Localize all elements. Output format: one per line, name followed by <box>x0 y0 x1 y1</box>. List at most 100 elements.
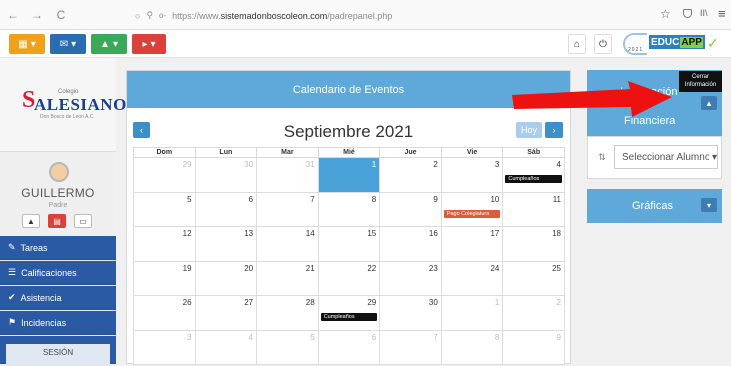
menu-icon[interactable]: ≡ <box>718 6 726 21</box>
calendar-day-cell[interactable]: 26 <box>133 295 196 331</box>
day-number: 24 <box>490 263 500 273</box>
calendar-day-cell[interactable]: 25 <box>502 260 565 296</box>
calendar-day-cell[interactable]: 8 <box>440 329 504 365</box>
calendar-day-cell[interactable]: 23 <box>379 260 442 296</box>
calendar-event[interactable]: Cumpleaños <box>320 313 378 321</box>
session-box[interactable]: SESIÓN <box>6 344 110 366</box>
mail-menu-button[interactable]: ✉ ▾ <box>50 34 86 54</box>
menu-item-incidencias[interactable]: ⚑ Incidencias <box>0 311 116 335</box>
red-arrow-annotation <box>512 81 672 117</box>
day-number: 17 <box>490 229 500 238</box>
day-number: 4 <box>556 160 561 169</box>
menu-item-calificaciones[interactable]: ☰ Calificaciones <box>0 261 116 285</box>
desktop-button[interactable]: ▭ <box>74 214 92 228</box>
calendar-day-cell[interactable]: 16 <box>379 226 442 262</box>
calendar-day-cell[interactable]: 3 <box>440 157 504 193</box>
user-menu-button[interactable]: ▲ ▾ <box>91 34 127 54</box>
calendar-day-cell[interactable]: 14 <box>256 226 319 262</box>
calendar-day-cell[interactable]: 4 Cumpleaños <box>502 157 565 193</box>
day-number: 7 <box>310 194 315 204</box>
calendar-day-cell[interactable]: 2 <box>379 157 442 193</box>
calendar-day-cell[interactable]: 30 <box>194 157 258 193</box>
collapse-info-button[interactable]: ▲ <box>701 96 717 110</box>
chevron-down-icon: ▾ <box>71 38 77 50</box>
calendar-day-cell[interactable]: 20 <box>194 260 258 296</box>
calendar-day-cell[interactable]: 29 Cumpleaños <box>317 295 381 331</box>
calendar-day-cell[interactable]: 12 <box>133 226 196 262</box>
calendar-day-cell[interactable]: 9 <box>379 191 442 227</box>
calendar-day-cell[interactable]: 4 <box>194 329 258 365</box>
calendar-day-cell[interactable]: 17 <box>440 226 504 262</box>
calendar-day-cell[interactable]: 28 <box>256 295 319 331</box>
next-month-button[interactable]: › <box>545 122 563 138</box>
calendar-day-cell[interactable]: 19 <box>133 260 196 296</box>
day-number: 26 <box>182 298 192 307</box>
calendar-day-cell[interactable]: 15 <box>317 226 381 262</box>
day-number: 29 <box>367 298 377 307</box>
day-number: 9 <box>556 332 561 342</box>
calendar-day-cell[interactable]: 9 <box>502 329 565 365</box>
calendar-day-cell[interactable]: 10 Pago Colegiatura <box>440 191 504 227</box>
calendar-day-cell[interactable]: 24 <box>440 260 504 296</box>
home-button[interactable]: ⌂ <box>568 34 586 54</box>
sort-icon: ⇅ <box>598 151 606 162</box>
calendar-day-cell[interactable]: 5 <box>133 191 196 227</box>
library-icon[interactable]: II\ <box>700 8 708 18</box>
user-role: Padre <box>48 202 68 209</box>
address-bar[interactable]: ○ ⚲ o- https://www.sistemadonboscoleon.c… <box>135 7 392 24</box>
day-number: 2 <box>433 160 438 169</box>
calendar-day-cell[interactable]: 8 <box>317 191 381 227</box>
calendar-day-cell[interactable]: 27 <box>194 295 258 331</box>
calendar-day-cell[interactable]: 7 <box>379 329 442 365</box>
calendar-day-cell[interactable]: 1 <box>440 295 504 331</box>
logout-button[interactable]: ⏻ <box>594 34 612 54</box>
calendar-day-cell[interactable]: 3 <box>133 329 196 365</box>
day-number: 25 <box>552 263 561 273</box>
card-button[interactable]: ▤ <box>48 214 66 228</box>
forward-arrow-icon[interactable]: → <box>28 8 46 22</box>
calendar-menu-button[interactable]: ▦ ▾ <box>9 34 45 54</box>
weekday-header: Dom <box>133 147 196 158</box>
calendar-day-cell[interactable]: 30 <box>379 295 442 331</box>
calendar-day-cell[interactable]: 7 <box>256 191 319 227</box>
profile-button[interactable]: ▲ <box>22 214 40 228</box>
back-arrow-icon[interactable]: ← <box>4 8 22 22</box>
expand-graphs-button[interactable]: ▾ <box>701 198 717 212</box>
reload-icon[interactable]: C <box>52 8 70 22</box>
user-name: GUILLERMO <box>21 186 95 200</box>
student-select[interactable]: Seleccionar Alumno ▾ <box>614 145 718 169</box>
day-number: 27 <box>244 298 254 307</box>
user-panel: GUILLERMO Padre ▲ ▤ ▭ <box>0 152 116 236</box>
day-number: 13 <box>244 229 254 238</box>
calendar-day-cell[interactable]: 13 <box>194 226 258 262</box>
calendar-day-cell[interactable]: 31 <box>256 157 319 193</box>
calendar-day-cell[interactable]: 1 <box>317 157 381 193</box>
day-number: 19 <box>182 263 192 273</box>
bookmark-star-icon[interactable]: ☆ <box>660 7 671 21</box>
calendar-event[interactable]: Cumpleaños <box>505 175 562 183</box>
calendar-week-row: 26 27 28 29 Cumpleaños 30 1 2 <box>133 295 565 331</box>
calendar-event[interactable]: Pago Colegiatura <box>443 209 501 218</box>
calendar-day-cell[interactable]: 5 <box>256 329 319 365</box>
calendar-day-cell[interactable]: 2 <box>502 295 565 331</box>
announcements-menu-button[interactable]: ▸ ▾ <box>132 34 166 54</box>
pocket-icon[interactable] <box>683 9 692 18</box>
calendar-day-cell[interactable]: 21 <box>256 260 319 296</box>
calendar-day-cell[interactable]: 6 <box>194 191 258 227</box>
menu-item-tareas[interactable]: ✎ Tareas <box>0 236 116 260</box>
calendar-day-cell[interactable]: 29 <box>133 157 196 193</box>
day-number: 14 <box>305 229 315 238</box>
calendar-day-cell[interactable]: 11 <box>502 191 565 227</box>
day-number: 6 <box>248 194 254 204</box>
weekday-header: Lun <box>194 147 258 158</box>
today-button[interactable]: Hoy <box>516 122 542 138</box>
day-number: 5 <box>310 332 315 342</box>
calendar-day-cell[interactable]: 6 <box>317 329 381 365</box>
weekday-header: Vie <box>440 147 504 158</box>
calendar-day-cell[interactable]: 18 <box>502 226 565 262</box>
calendar-day-cell[interactable]: 22 <box>317 260 381 296</box>
day-number: 10 <box>490 194 500 204</box>
day-number: 9 <box>433 194 438 204</box>
menu-item-asistencia[interactable]: ✔ Asistencia <box>0 286 116 310</box>
day-number: 22 <box>367 263 377 273</box>
